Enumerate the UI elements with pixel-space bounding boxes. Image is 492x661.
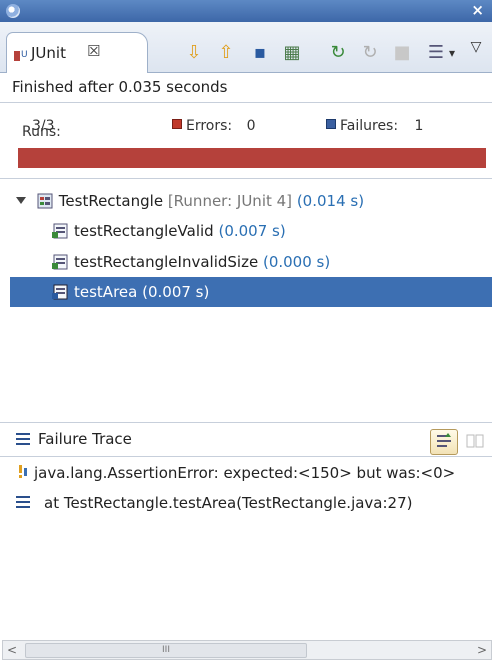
view-title-bar: × xyxy=(0,0,492,22)
runs-label: Runs: xyxy=(22,124,61,140)
filter-icon xyxy=(437,433,451,447)
failure-trace-header: Failure Trace xyxy=(0,424,492,455)
previous-failure-icon[interactable]: ⇧ xyxy=(216,42,236,64)
trace-text: java.lang.AssertionError: expected:<150>… xyxy=(34,464,456,482)
scroll-left-button[interactable]: < xyxy=(3,641,21,659)
run-status-text: Finished after 0.035 seconds xyxy=(12,78,228,96)
horizontal-scrollbar[interactable]: < III > xyxy=(2,640,492,660)
failures-value: 1 xyxy=(414,118,424,134)
stack-trace-icon xyxy=(16,433,30,445)
tree-item-testrectangleinvalidsize[interactable]: testRectangleInvalidSize (0.000 s) xyxy=(52,247,330,277)
suite-time: (0.014 s) xyxy=(296,192,365,210)
tab-label: JUnit xyxy=(31,44,66,62)
trace-line-stack-frame[interactable]: at TestRectangle.testArea(TestRectangle.… xyxy=(16,494,413,512)
junit-icon: U xyxy=(14,50,28,61)
exception-icon xyxy=(19,465,27,478)
tree-item-testarea[interactable]: testArea (0.007 s) xyxy=(10,277,492,307)
stack-frame-icon xyxy=(16,496,30,508)
view-menu-icon[interactable]: ▽ xyxy=(466,36,486,58)
errors-label: Errors: xyxy=(186,118,233,134)
test-name: testArea xyxy=(74,283,138,301)
scrollbar-thumb[interactable]: III xyxy=(25,643,307,658)
window-close-button[interactable]: × xyxy=(471,1,484,19)
divider xyxy=(0,102,492,103)
collapse-triangle-icon[interactable] xyxy=(16,197,26,204)
progress-bar xyxy=(18,148,486,168)
test-passed-icon xyxy=(52,254,68,270)
stop-icon[interactable]: ■ xyxy=(392,42,412,64)
trace-text: at TestRectangle.testArea(TestRectangle.… xyxy=(44,494,413,512)
test-time: (0.000 s) xyxy=(262,253,331,271)
test-suite-icon xyxy=(37,193,53,209)
view-tab-bar: U JUnit ☒ ⇩ ⇧ ▪ ▦ ↻ ↻ ■ ☰ ▾ ▽ xyxy=(0,22,492,73)
test-failed-icon xyxy=(52,284,68,300)
suite-name: TestRectangle xyxy=(58,192,164,210)
test-name: testRectangleValid xyxy=(74,222,214,240)
divider xyxy=(0,422,492,423)
trace-line-error[interactable]: java.lang.AssertionError: expected:<150>… xyxy=(16,464,455,482)
failure-icon xyxy=(326,119,336,129)
test-name: testRectangleInvalidSize xyxy=(74,253,259,271)
divider xyxy=(0,456,492,457)
rerun-test-icon[interactable]: ↻ xyxy=(328,42,348,64)
scroll-right-button[interactable]: > xyxy=(473,641,491,659)
compare-result-button[interactable] xyxy=(466,432,484,450)
divider xyxy=(0,178,492,179)
test-time: (0.007 s) xyxy=(218,222,286,240)
filter-stack-trace-button[interactable] xyxy=(430,429,458,455)
errors-value: 0 xyxy=(246,118,256,134)
next-failure-icon[interactable]: ⇩ xyxy=(184,42,204,64)
history-dropdown-icon[interactable]: ▾ xyxy=(442,42,462,64)
runner-label: [Runner: JUnit 4] xyxy=(167,192,293,210)
test-time: (0.007 s) xyxy=(142,283,210,301)
test-passed-icon xyxy=(52,223,68,239)
scroll-lock-icon[interactable]: ▦ xyxy=(282,42,302,64)
show-failures-only-icon[interactable]: ▪ xyxy=(250,42,270,64)
tab-close-icon[interactable]: ☒ xyxy=(87,42,100,60)
rerun-failed-first-icon[interactable]: ↻ xyxy=(360,42,380,64)
failure-trace-title: Failure Trace xyxy=(38,430,132,448)
compare-icon xyxy=(466,434,484,448)
failures-label: Failures: xyxy=(340,118,399,134)
tab-junit[interactable]: U JUnit ☒ xyxy=(6,32,148,73)
run-counters: Runs: 3/3 Errors: 0 Failures: 1 xyxy=(0,112,492,140)
tree-root-testrectangle[interactable]: TestRectangle [Runner: JUnit 4] (0.014 s… xyxy=(16,186,364,216)
eclipse-icon xyxy=(6,4,20,18)
error-icon xyxy=(172,119,182,129)
tree-item-testrectanglevalid[interactable]: testRectangleValid (0.007 s) xyxy=(52,216,286,246)
svg-text:U: U xyxy=(21,50,28,60)
